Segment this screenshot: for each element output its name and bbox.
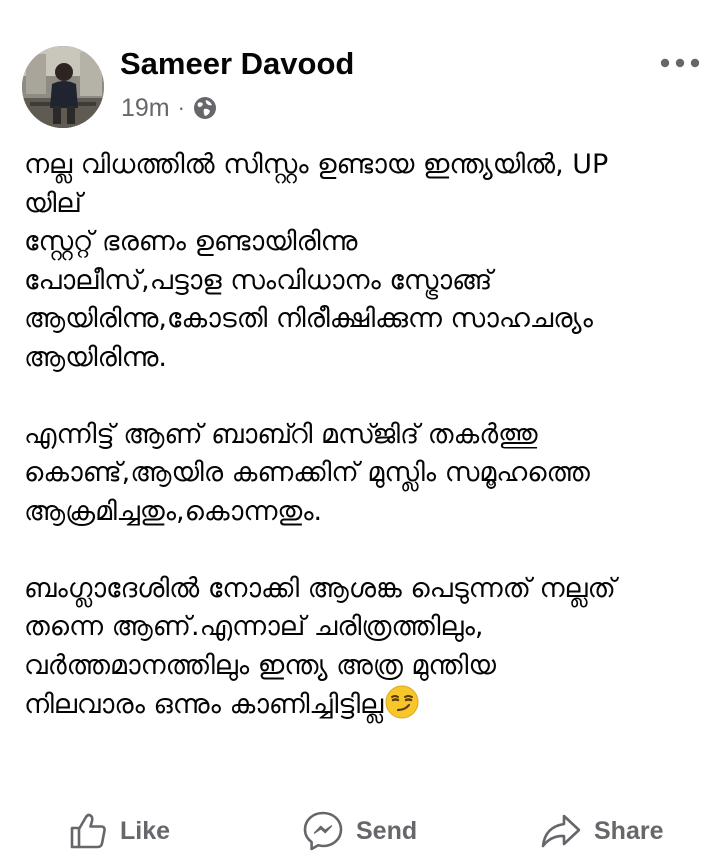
post-header: Sameer Davood 19m · bbox=[0, 0, 720, 140]
post-paragraph-3-text: ബംഗ്ലാദേശിൽ നോക്കി ആശങ്ക പെടുന്നത് നല്ലത… bbox=[24, 572, 616, 721]
more-options-icon bbox=[660, 58, 700, 68]
smirking-face-emoji-icon bbox=[385, 685, 419, 719]
post-paragraph-2: എന്നിട്ട് ആണ് ബാബ്റി മസ്ജിദ് തകർത്തു കൊണ… bbox=[24, 418, 590, 527]
meta-separator: · bbox=[177, 95, 185, 120]
post-text: നല്ല വിധത്തിൽ സിസ്റ്റം ഉണ്ടായ ഇന്ത്യയിൽ,… bbox=[24, 146, 694, 725]
send-button[interactable]: Send bbox=[302, 808, 417, 854]
more-options-button[interactable] bbox=[656, 46, 704, 80]
share-button[interactable]: Share bbox=[540, 808, 663, 854]
thumbs-up-icon bbox=[70, 813, 106, 849]
post-meta: 19m · bbox=[121, 92, 217, 124]
post-paragraph-1: നല്ല വിധത്തിൽ സിസ്റ്റം ഉണ്ടായ ഇന്ത്യയിൽ,… bbox=[24, 149, 609, 373]
share-label: Share bbox=[594, 816, 664, 845]
post-timestamp[interactable]: 19m bbox=[121, 94, 170, 123]
globe-icon[interactable] bbox=[193, 96, 217, 120]
author-avatar[interactable] bbox=[22, 46, 104, 128]
like-label: Like bbox=[120, 816, 171, 845]
avatar-photo bbox=[22, 46, 104, 128]
messenger-icon bbox=[303, 811, 343, 851]
share-arrow-icon bbox=[541, 814, 581, 848]
post-paragraph-3: ബംഗ്ലാദേശിൽ നോക്കി ആശങ്ക പെടുന്നത് നല്ലത… bbox=[24, 570, 694, 725]
like-button[interactable]: Like bbox=[68, 808, 170, 854]
send-label: Send bbox=[356, 816, 418, 845]
post-action-bar: Like Send Share bbox=[0, 800, 720, 854]
author-name[interactable]: Sameer Davood bbox=[120, 44, 354, 84]
